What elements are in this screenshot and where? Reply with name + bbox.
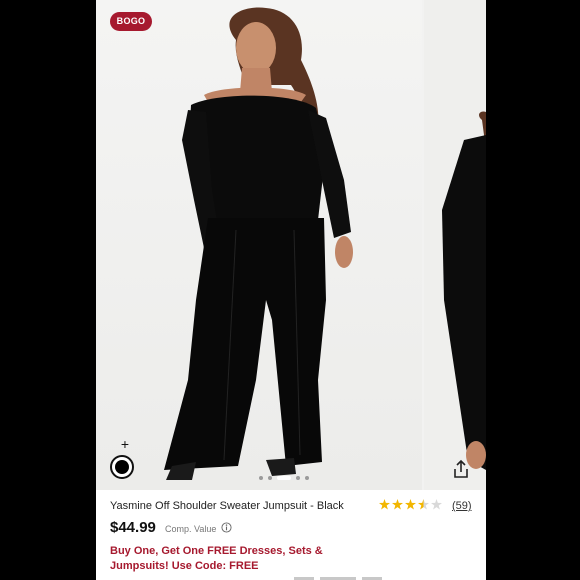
carousel-dot[interactable]	[268, 476, 272, 480]
star-full-icon	[379, 499, 390, 510]
bogo-badge: BOGO	[110, 12, 152, 31]
product-info: Yasmine Off Shoulder Sweater Jumpsuit - …	[96, 490, 486, 580]
promo-text[interactable]: Buy One, Get One FREE Dresses, Sets & Ju…	[110, 544, 340, 574]
star-full-icon	[392, 499, 403, 510]
star-full-icon	[405, 499, 416, 510]
share-icon[interactable]	[451, 459, 471, 479]
add-color-plus-icon[interactable]: +	[115, 436, 135, 452]
product-price: $44.99	[110, 519, 156, 536]
star-half-icon	[418, 499, 429, 510]
review-count-link[interactable]: (59)	[452, 500, 472, 512]
model-photo-next	[442, 111, 486, 470]
product-image-gallery[interactable]: BOGO +	[96, 0, 486, 490]
info-icon[interactable]	[221, 522, 232, 533]
model-photo	[164, 7, 353, 480]
comp-value-label: Comp. Value	[165, 524, 217, 534]
carousel-dot[interactable]	[305, 476, 309, 480]
black-color-swatch[interactable]	[110, 455, 134, 479]
carousel-dot[interactable]	[259, 476, 263, 480]
carousel-dots[interactable]	[259, 475, 309, 481]
carousel-dot[interactable]	[296, 476, 300, 480]
rating-stars[interactable]	[379, 499, 442, 510]
star-empty-icon	[431, 499, 442, 510]
carousel-dot-active[interactable]	[277, 476, 291, 480]
product-card: BOGO + Yasmine Off Shoulder Sweater Jump…	[96, 0, 486, 580]
product-image-next[interactable]	[424, 0, 486, 490]
product-image-main[interactable]: BOGO +	[96, 0, 422, 490]
product-title[interactable]: Yasmine Off Shoulder Sweater Jumpsuit - …	[110, 500, 344, 512]
